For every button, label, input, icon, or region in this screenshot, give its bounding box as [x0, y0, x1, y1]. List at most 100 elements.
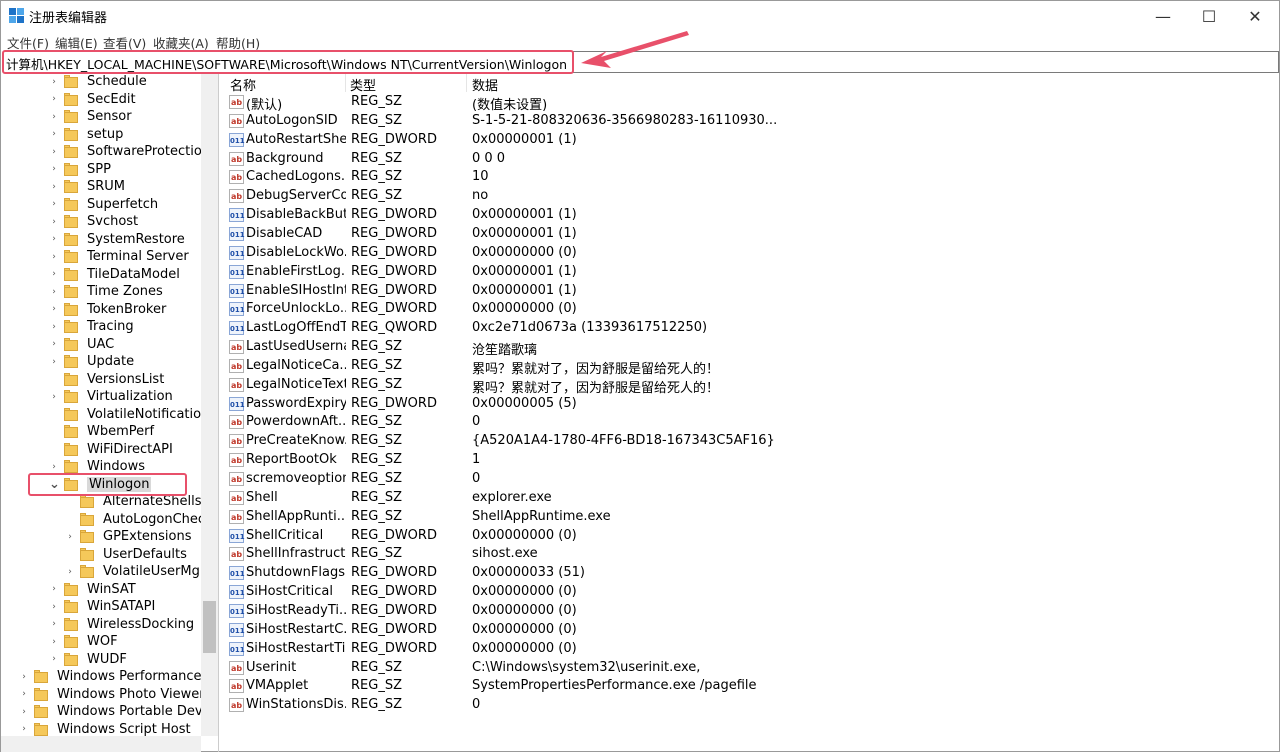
expand-chevron-icon[interactable]: › — [49, 322, 59, 332]
tree-item-windows-performance-toolkit[interactable]: › Windows Performance Toolkit — [19, 668, 218, 686]
expand-chevron-icon[interactable]: › — [19, 724, 29, 734]
column-separator[interactable] — [345, 74, 346, 92]
expand-chevron-icon[interactable]: › — [49, 77, 59, 87]
expand-chevron-icon[interactable]: › — [49, 619, 59, 629]
expand-chevron-icon[interactable]: › — [49, 357, 59, 367]
tree-item-autologonchecked[interactable]: AutoLogonChecked — [65, 511, 218, 529]
expand-chevron-icon[interactable]: › — [49, 654, 59, 664]
expand-chevron-icon[interactable]: › — [49, 94, 59, 104]
value-row[interactable]: ab ReportBootOk REG_SZ 1 — [225, 451, 1279, 470]
expand-chevron-icon[interactable]: › — [49, 269, 59, 279]
tree-horizontal-scrollbar[interactable] — [1, 736, 201, 752]
tree-item-wof[interactable]: › WOF — [49, 633, 117, 651]
close-button[interactable]: ✕ — [1232, 1, 1278, 31]
value-row[interactable]: 011 ShutdownFlags REG_DWORD 0x00000033 (51) — [225, 564, 1279, 583]
value-row[interactable]: 011 SiHostRestartC... REG_DWORD 0x00000000 … — [225, 621, 1279, 640]
expand-chevron-icon[interactable]: › — [65, 567, 75, 577]
expand-chevron-icon[interactable]: › — [49, 147, 59, 157]
tree-item-gpextensions[interactable]: › GPExtensions — [65, 528, 191, 546]
tree-item-wifidirectapi[interactable]: WiFiDirectAPI — [49, 441, 173, 459]
tree-item-superfetch[interactable]: › Superfetch — [49, 196, 158, 214]
value-row[interactable]: ab WinStationsDis... REG_SZ 0 — [225, 696, 1279, 715]
tree-item-secedit[interactable]: › SecEdit — [49, 91, 135, 109]
value-row[interactable]: 011 DisableCAD REG_DWORD 0x00000001 (1) — [225, 225, 1279, 244]
tree-item-tokenbroker[interactable]: › TokenBroker — [49, 301, 166, 319]
maximize-button[interactable]: ☐ — [1186, 1, 1232, 31]
value-row[interactable]: abShellInfrastruct... REG_SZ sihost.exe — [225, 545, 1279, 564]
tree-item-windows-portable-devices[interactable]: › Windows Portable Devices — [19, 703, 218, 721]
value-row[interactable]: 011 DisableLockWo... REG_DWORD 0x00000000 (… — [225, 244, 1279, 263]
tree-item-sensor[interactable]: › Sensor — [49, 108, 131, 126]
tree-item-svchost[interactable]: › Svchost — [49, 213, 138, 231]
tree-item-update[interactable]: › Update — [49, 353, 134, 371]
expand-chevron-icon[interactable]: › — [49, 462, 59, 472]
tree-item-uac[interactable]: › UAC — [49, 336, 114, 354]
value-row[interactable]: ab (默认) REG_SZ (数值未设置) — [225, 93, 1279, 113]
value-row[interactable]: ab ShellAppRunti... REG_SZ ShellAppRuntime.… — [225, 508, 1279, 527]
value-row[interactable]: 011 AutoRestartShell REG_DWORD 0x00000001 (… — [225, 131, 1279, 150]
tree-item-terminal-server[interactable]: › Terminal Server — [49, 248, 189, 266]
tree-item-winsat[interactable]: › WinSAT — [49, 581, 136, 599]
expand-chevron-icon[interactable]: › — [49, 392, 59, 402]
expand-chevron-icon[interactable]: › — [49, 217, 59, 227]
value-row[interactable]: 011 SiHostReadyTi... REG_DWORD 0x00000000 (… — [225, 602, 1279, 621]
expand-chevron-icon[interactable]: › — [49, 584, 59, 594]
expand-chevron-icon[interactable]: › — [49, 252, 59, 262]
tree-item-time-zones[interactable]: › Time Zones — [49, 283, 163, 301]
tree-item-softwareprotectionpl[interactable]: › SoftwareProtectionPl — [49, 143, 218, 161]
scrollbar-thumb[interactable] — [203, 601, 216, 653]
expand-chevron-icon[interactable]: › — [49, 637, 59, 647]
value-row[interactable]: ab AutoLogonSID REG_SZ S-1-5-21-808320636-3… — [225, 112, 1279, 131]
value-row[interactable]: 011SiHostRestartTi... REG_DWORD 0x00000000… — [225, 640, 1279, 659]
tree-item-versionslist[interactable]: VersionsList — [49, 371, 164, 389]
expand-chevron-icon[interactable]: › — [49, 304, 59, 314]
tree-item-tracing[interactable]: › Tracing — [49, 318, 133, 336]
expand-chevron-icon[interactable]: › — [19, 707, 29, 717]
tree-item-virtualization[interactable]: › Virtualization — [49, 388, 173, 406]
tree-item-volatilenotifications[interactable]: VolatileNotifications — [49, 406, 216, 424]
value-row[interactable]: 011 ShellCritical REG_DWORD 0x00000000 (0) — [225, 527, 1279, 546]
tree-item-setup[interactable]: › setup — [49, 126, 123, 144]
expand-chevron-icon[interactable]: › — [19, 689, 29, 699]
tree-item-srum[interactable]: › SRUM — [49, 178, 125, 196]
tree-vertical-scrollbar[interactable] — [201, 74, 218, 736]
expand-chevron-icon[interactable]: › — [49, 602, 59, 612]
value-row[interactable]: ab Userinit REG_SZ C:\Windows\system32\user… — [225, 659, 1279, 678]
column-separator[interactable] — [466, 74, 467, 92]
expand-chevron-icon[interactable]: › — [49, 339, 59, 349]
tree-item-userdefaults[interactable]: UserDefaults — [65, 546, 187, 564]
tree-item-windows-photo-viewer[interactable]: › Windows Photo Viewer — [19, 686, 204, 704]
value-row[interactable]: 011DisableBackBut... REG_DWORD 0x00000001 … — [225, 206, 1279, 225]
value-row[interactable]: 011 ForceUnlockLo... REG_DWORD 0x00000000 (… — [225, 300, 1279, 319]
expand-chevron-icon[interactable]: › — [49, 199, 59, 209]
value-row[interactable]: ab Background REG_SZ 0 0 0 — [225, 150, 1279, 169]
value-row[interactable]: 011 EnableFirstLog... REG_DWORD 0x00000001 … — [225, 263, 1279, 282]
expand-chevron-icon[interactable]: › — [49, 112, 59, 122]
tree-item-tiledatamodel[interactable]: › TileDataModel — [49, 266, 180, 284]
expand-chevron-icon[interactable]: › — [65, 532, 75, 542]
tree-item-systemrestore[interactable]: › SystemRestore — [49, 231, 185, 249]
expand-chevron-icon[interactable]: › — [49, 287, 59, 297]
tree-item-winsatapi[interactable]: › WinSATAPI — [49, 598, 155, 616]
minimize-button[interactable]: — — [1140, 1, 1186, 31]
tree-item-volatileusermgrkey[interactable]: › VolatileUserMgrKey — [65, 563, 218, 581]
value-row[interactable]: ab LegalNoticeText REG_SZ 累吗？累就对了，因为舒服是留给死人… — [225, 376, 1279, 396]
value-row[interactable]: ab scremoveoption REG_SZ 0 — [225, 470, 1279, 489]
value-row[interactable]: ab PowerdownAft... REG_SZ 0 — [225, 413, 1279, 432]
value-row[interactable]: 011 SiHostCritical REG_DWORD 0x00000000 (0) — [225, 583, 1279, 602]
value-row[interactable]: ab Shell REG_SZ explorer.exe — [225, 489, 1279, 508]
value-row[interactable]: 011EnableSIHostInt... REG_DWORD 0x00000001… — [225, 282, 1279, 301]
column-header-type[interactable]: 类型 — [350, 75, 376, 94]
tree-item-wirelessdocking[interactable]: › WirelessDocking — [49, 616, 194, 634]
value-row[interactable]: ab CachedLogons... REG_SZ 10 — [225, 168, 1279, 187]
value-row[interactable]: ab LegalNoticeCa... REG_SZ 累吗？累就对了，因为舒服是留给死… — [225, 357, 1279, 377]
expand-chevron-icon[interactable]: › — [49, 182, 59, 192]
value-row[interactable]: 011LastLogOffEndT... REG_QWORD 0xc2e71d067… — [225, 319, 1279, 338]
value-row[interactable]: ab VMApplet REG_SZ SystemPropertiesPerforma… — [225, 677, 1279, 696]
value-row[interactable]: abLastUsedUserna... REG_SZ 沧笙踏歌璃 — [225, 338, 1279, 358]
value-row[interactable]: abDebugServerCo... REG_SZ no — [225, 187, 1279, 206]
expand-chevron-icon[interactable]: › — [49, 164, 59, 174]
tree-item-wbemperf[interactable]: WbemPerf — [49, 423, 154, 441]
tree-item-spp[interactable]: › SPP — [49, 161, 111, 179]
column-header-name[interactable]: 名称 — [230, 75, 256, 94]
